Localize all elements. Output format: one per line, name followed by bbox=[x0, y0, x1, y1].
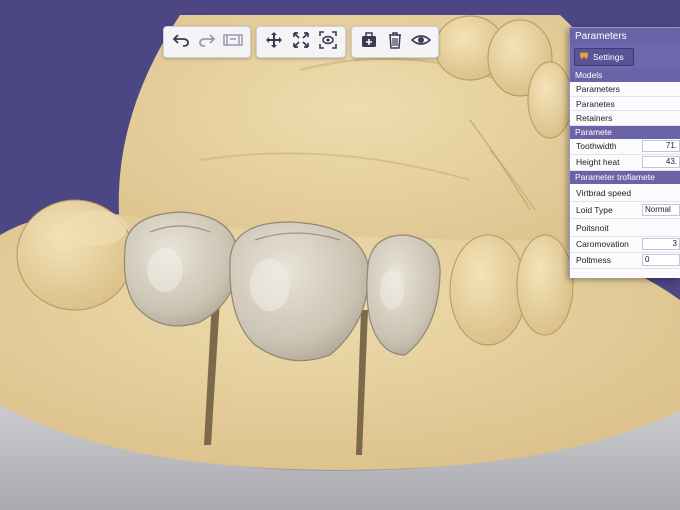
poltmess-label: Poltmess bbox=[576, 255, 611, 265]
redo-button[interactable] bbox=[196, 30, 218, 54]
3d-viewport[interactable]: Parameters Settings Models Parameters Pa… bbox=[0, 0, 680, 510]
redo-icon bbox=[198, 31, 216, 54]
focus-view-button[interactable] bbox=[316, 30, 339, 54]
loid-type-row: Loid Type Normal bbox=[570, 202, 680, 219]
film-strip-button[interactable] bbox=[222, 30, 244, 54]
delete-button[interactable] bbox=[384, 30, 406, 54]
height-field[interactable]: 43. bbox=[642, 156, 680, 168]
undo-icon bbox=[172, 31, 190, 54]
history-toolbar bbox=[163, 26, 251, 58]
caromovation-field[interactable]: 3 bbox=[642, 238, 680, 250]
virtbrad-speed-row[interactable]: Virtbrad speed bbox=[570, 184, 680, 202]
tooth-settings-icon bbox=[579, 51, 589, 63]
settings-button[interactable]: Settings bbox=[574, 48, 634, 66]
trofiamete-section-header: Parameter trofiamete bbox=[570, 170, 680, 184]
loid-type-label: Loid Type bbox=[576, 204, 613, 215]
toothwidth-row: Toothwidth 71. bbox=[570, 139, 680, 155]
poitsnoit-row[interactable]: Poitsnoit bbox=[570, 219, 680, 237]
panel-tabbar: Settings bbox=[570, 45, 680, 69]
trash-icon bbox=[386, 31, 404, 54]
caromovation-label: Caromovation bbox=[576, 239, 629, 249]
parameter-section-header: Paramete bbox=[570, 125, 680, 139]
loid-type-select[interactable]: Normal bbox=[642, 203, 680, 216]
natural-tooth bbox=[63, 210, 127, 246]
poltmess-field[interactable]: 0 bbox=[642, 254, 680, 266]
object-toolbar bbox=[351, 26, 439, 58]
visibility-button[interactable] bbox=[410, 30, 432, 54]
expand-button[interactable] bbox=[290, 30, 313, 54]
add-item-icon bbox=[360, 31, 378, 54]
settings-label: Settings bbox=[593, 52, 624, 62]
caromovation-row: Caromovation 3 bbox=[570, 237, 680, 253]
natural-tooth bbox=[449, 234, 527, 346]
focus-view-icon bbox=[318, 30, 337, 54]
models-section-header: Models bbox=[570, 69, 680, 82]
upper-tooth bbox=[527, 61, 573, 139]
natural-tooth bbox=[516, 234, 574, 336]
move-button[interactable] bbox=[263, 30, 286, 54]
height-label: Height heat bbox=[576, 157, 620, 167]
undo-button[interactable] bbox=[170, 30, 192, 54]
view-toolbar bbox=[256, 26, 346, 58]
expand-icon bbox=[292, 31, 310, 54]
move-icon bbox=[265, 31, 283, 54]
parameters-panel: Parameters Settings Models Parameters Pa… bbox=[569, 27, 680, 278]
height-row: Height heat 43. bbox=[570, 155, 680, 171]
toothwidth-label: Toothwidth bbox=[576, 141, 617, 151]
toothwidth-field[interactable]: 71. bbox=[642, 140, 680, 152]
model-item-parameters[interactable]: Parameters bbox=[570, 82, 680, 97]
film-strip-icon bbox=[223, 31, 243, 54]
add-item-button[interactable] bbox=[358, 30, 380, 54]
poltmess-row: Poltmess 0 bbox=[570, 253, 680, 269]
panel-title: Parameters bbox=[570, 28, 680, 45]
eye-icon bbox=[410, 31, 432, 54]
model-item-paranetes[interactable]: Paranetes bbox=[570, 97, 680, 111]
model-item-retainers[interactable]: Retainers bbox=[570, 111, 680, 126]
